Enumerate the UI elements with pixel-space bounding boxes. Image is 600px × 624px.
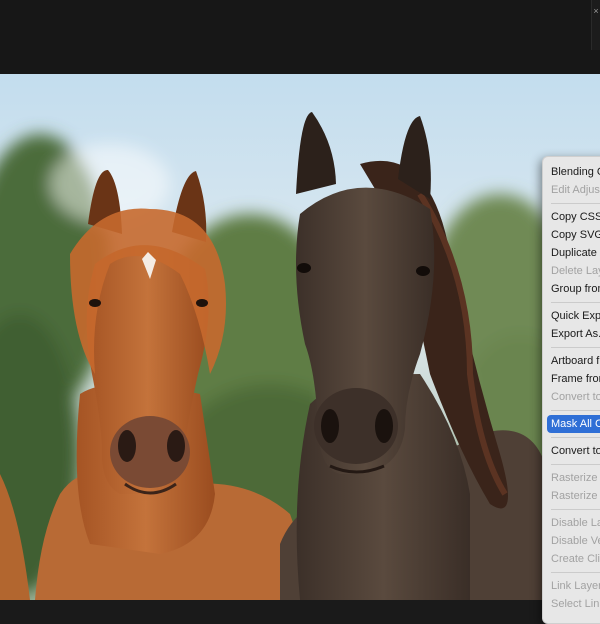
menu-item: Rasterize L	[551, 490, 600, 502]
menu-item: Select Link	[551, 598, 600, 610]
menu-item: Disable La	[551, 517, 600, 529]
menu-item[interactable]: Blending O	[543, 163, 600, 181]
menu-item[interactable]: Copy CSS	[543, 208, 600, 226]
menu-separator	[551, 464, 600, 465]
menu-separator	[551, 509, 600, 510]
menu-separator	[551, 572, 600, 573]
canvas-image-area[interactable]	[0, 74, 600, 600]
menu-item[interactable]: Mask All C	[547, 415, 600, 433]
menu-item: Create Clip	[551, 553, 600, 565]
menu-item: Rasterize L	[551, 472, 600, 484]
menu-item: Disable Ve	[551, 535, 600, 547]
app-toolbar: ×	[0, 0, 600, 74]
menu-item[interactable]: Copy SVG	[543, 226, 600, 244]
close-icon[interactable]: ×	[591, 0, 600, 50]
menu-item: Edit Adjust	[551, 184, 600, 196]
menu-item[interactable]: Convert to	[543, 442, 600, 460]
menu-separator	[551, 302, 600, 303]
menu-item[interactable]: Duplicate L	[543, 244, 600, 262]
menu-separator	[551, 410, 600, 411]
menu-item: Convert to	[551, 391, 600, 403]
menu-item: Link Layer	[551, 580, 600, 592]
menu-separator	[551, 347, 600, 348]
context-menu: Blending O Edit Adjust Copy CSS Copy SVG Dup…	[542, 156, 600, 624]
menu-item[interactable]: Frame from	[543, 370, 600, 388]
menu-item[interactable]: Group from	[543, 280, 600, 298]
menu-item[interactable]: Quick Expo	[543, 307, 600, 325]
menu-separator	[551, 203, 600, 204]
menu-separator	[551, 437, 600, 438]
menu-item: Delete Lay	[551, 265, 600, 277]
menu-item[interactable]: Artboard fr	[543, 352, 600, 370]
two-horses-photo	[0, 74, 600, 600]
menu-item[interactable]: Export As...	[543, 325, 600, 343]
